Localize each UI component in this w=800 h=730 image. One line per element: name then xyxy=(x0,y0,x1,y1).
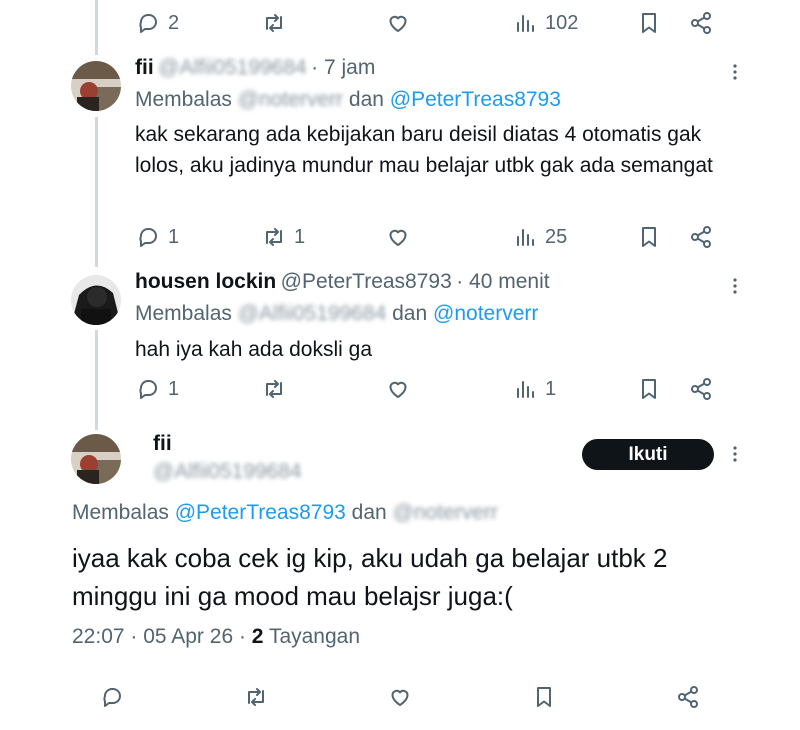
tweet-text: iyaa kak coba cek ig kip, aku udah ga be… xyxy=(72,543,668,611)
replying-to: Membalas @PeterTreas8793 dan @noterverr xyxy=(72,501,498,525)
retweet-icon xyxy=(244,685,268,709)
reply-button[interactable]: 1 xyxy=(136,225,179,249)
views-label: Tayangan xyxy=(263,625,361,648)
retweet-count: 1 xyxy=(294,225,306,248)
reply-button[interactable]: 1 xyxy=(136,377,179,401)
reply-count: 1 xyxy=(168,377,180,400)
display-name[interactable]: housen lockin xyxy=(135,270,276,293)
views-button[interactable]: 25 xyxy=(513,225,567,249)
display-name[interactable]: fii xyxy=(135,56,154,79)
retweet-button[interactable] xyxy=(262,377,286,401)
like-icon xyxy=(388,685,412,709)
replying-to: Membalas @Alfii05199684 dan @noterverr xyxy=(135,302,539,326)
reply-button[interactable]: 2 xyxy=(136,11,179,35)
user-handle[interactable]: @PeterTreas8793 xyxy=(281,270,452,293)
views-button[interactable]: 1 xyxy=(513,377,556,401)
retweet-button[interactable] xyxy=(262,11,286,35)
mention-link[interactable]: @Alfii05199684 xyxy=(238,302,387,326)
views-icon xyxy=(513,377,537,401)
mention-link[interactable]: @noterverr xyxy=(433,302,538,325)
more-icon[interactable] xyxy=(725,276,745,296)
tweet-meta: 22:07 · 05 Apr 26 · 2 Tayangan xyxy=(72,625,360,649)
retweet-button[interactable] xyxy=(244,685,268,709)
like-icon xyxy=(386,377,410,401)
bookmark-button[interactable] xyxy=(532,685,556,709)
bookmark-button[interactable] xyxy=(637,11,661,35)
reply-icon xyxy=(136,11,160,35)
views-count: 2 xyxy=(251,625,264,648)
bookmark-icon xyxy=(637,377,661,401)
reply-count: 2 xyxy=(168,11,180,34)
reply-icon xyxy=(136,225,160,249)
avatar[interactable] xyxy=(71,275,121,325)
mention-link[interactable]: @noterverr xyxy=(238,88,343,112)
avatar[interactable] xyxy=(71,61,121,111)
display-name[interactable]: fii xyxy=(153,432,172,456)
thread-line-top xyxy=(95,0,98,55)
views-count: 102 xyxy=(545,11,579,34)
views-count: 1 xyxy=(545,377,557,400)
views-icon xyxy=(513,11,537,35)
share-icon xyxy=(676,685,700,709)
share-icon xyxy=(689,225,713,249)
like-button[interactable] xyxy=(386,377,410,401)
avatar[interactable] xyxy=(71,434,121,484)
retweet-icon xyxy=(262,225,286,249)
reply-icon xyxy=(100,685,124,709)
more-icon[interactable] xyxy=(725,62,745,82)
mention-link[interactable]: @PeterTreas8793 xyxy=(390,88,561,111)
bookmark-icon xyxy=(637,11,661,35)
like-button[interactable] xyxy=(388,685,412,709)
more-icon[interactable] xyxy=(725,444,745,464)
tweet-timestamp[interactable]: 22:07 · 05 Apr 26 · xyxy=(72,625,252,648)
views-count: 25 xyxy=(545,225,568,248)
like-button[interactable] xyxy=(386,225,410,249)
share-icon xyxy=(689,377,713,401)
retweet-icon xyxy=(262,377,286,401)
bookmark-icon xyxy=(532,685,556,709)
tweet-text: kak sekarang ada kebijakan baru deisil d… xyxy=(135,123,713,177)
share-icon xyxy=(689,11,713,35)
replying-to: Membalas @noterverr dan @PeterTreas8793 xyxy=(135,88,561,112)
share-button[interactable] xyxy=(689,11,713,35)
thread-line-2 xyxy=(95,330,98,430)
retweet-button[interactable]: 1 xyxy=(262,225,305,249)
mention-link[interactable]: @PeterTreas8793 xyxy=(175,501,346,524)
retweet-icon xyxy=(262,11,286,35)
bookmark-button[interactable] xyxy=(637,377,661,401)
share-button[interactable] xyxy=(676,685,700,709)
like-button[interactable] xyxy=(386,11,410,35)
mention-link[interactable]: @noterverr xyxy=(393,501,498,525)
share-button[interactable] xyxy=(689,377,713,401)
reply-icon xyxy=(136,377,160,401)
user-handle[interactable]: @Alfii05199684 xyxy=(158,56,307,79)
tweet-time[interactable]: · 7 jam xyxy=(311,56,375,79)
tweet-time[interactable]: · 40 menit xyxy=(456,270,549,293)
views-icon xyxy=(513,225,537,249)
views-button[interactable]: 102 xyxy=(513,11,578,35)
reply-button[interactable] xyxy=(100,685,124,709)
like-icon xyxy=(386,11,410,35)
like-icon xyxy=(386,225,410,249)
user-handle[interactable]: @Alfii05199684 xyxy=(153,460,302,484)
thread-line-1 xyxy=(95,117,98,267)
share-button[interactable] xyxy=(689,225,713,249)
bookmark-icon xyxy=(637,225,661,249)
reply-count: 1 xyxy=(168,225,180,248)
follow-button[interactable]: Ikuti xyxy=(582,439,714,470)
bookmark-button[interactable] xyxy=(637,225,661,249)
tweet-text: hah iya kah ada doksli ga xyxy=(135,338,372,361)
